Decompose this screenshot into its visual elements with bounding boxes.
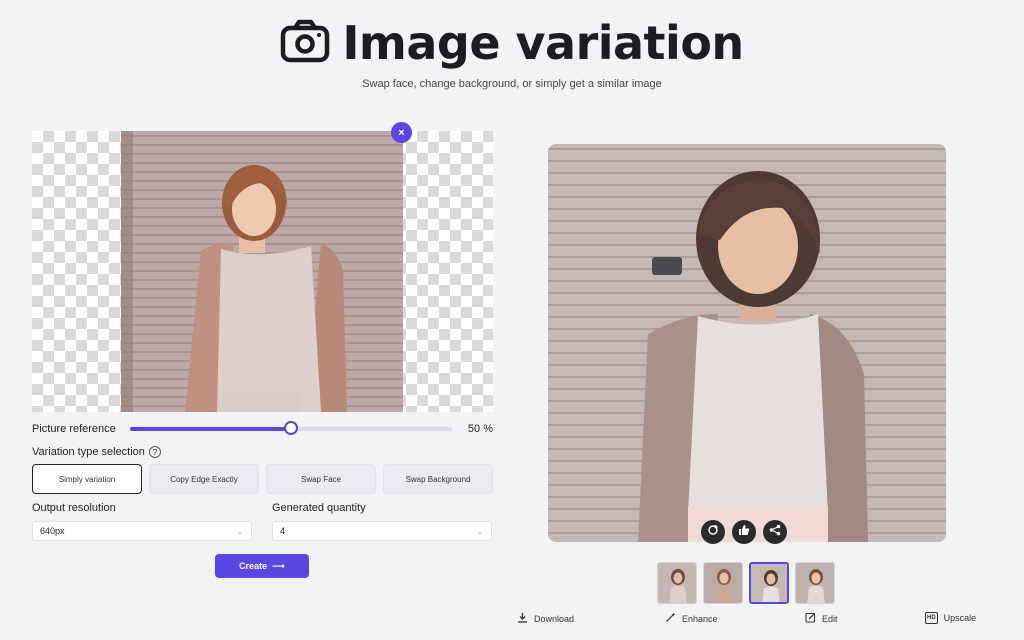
variation-type-options: Simply variation Copy Edge Exactly Swap …	[32, 464, 493, 494]
edit-button[interactable]: Edit	[805, 612, 838, 625]
hd-icon: HD	[925, 612, 938, 624]
variation-option-swap-face[interactable]: Swap Face	[266, 464, 376, 494]
thumbnail[interactable]	[749, 562, 789, 604]
upscale-label: Upscale	[943, 613, 977, 623]
variation-type-label: Variation type selection	[32, 446, 145, 458]
generated-quantity-value: 4	[280, 526, 286, 536]
create-button[interactable]: Create ⟶	[215, 554, 309, 578]
create-button-label: Create	[239, 561, 268, 571]
result-image	[548, 144, 946, 542]
variation-option-simply-variation[interactable]: Simply variation	[32, 464, 142, 494]
generated-quantity-select[interactable]: 4 ⌄	[272, 521, 492, 541]
download-button[interactable]: Download	[517, 612, 574, 625]
output-resolution-value: 640px	[40, 526, 65, 536]
page-subtitle: Swap face, change background, or simply …	[362, 78, 662, 90]
remove-image-button[interactable]: ×	[391, 122, 412, 143]
chevron-down-icon: ⌄	[236, 526, 243, 536]
picture-reference-value: 50 %	[467, 423, 493, 435]
edit-icon	[805, 612, 816, 625]
result-thumbnails	[657, 562, 835, 604]
arrow-right-icon: ⟶	[272, 560, 285, 571]
variation-type-heading: Variation type selection ?	[32, 446, 161, 458]
thumbs-up-icon	[738, 523, 750, 541]
help-icon[interactable]: ?	[148, 446, 161, 458]
result-actions	[701, 520, 787, 544]
upscale-button[interactable]: HD Upscale	[925, 612, 976, 624]
picture-reference-slider-fill	[130, 427, 291, 431]
enhance-button[interactable]: Enhance	[665, 612, 718, 625]
source-image-canvas[interactable]: ×	[32, 122, 493, 412]
settings-panel: × Picture reference 50 % Variation type …	[32, 122, 493, 578]
variation-option-copy-edge-exactly[interactable]: Copy Edge Exactly	[149, 464, 259, 494]
output-resolution-label: Output resolution	[32, 502, 116, 514]
download-label: Download	[534, 613, 575, 624]
thumbnail[interactable]	[657, 562, 697, 604]
edit-label: Edit	[822, 613, 838, 624]
refresh-icon	[707, 523, 719, 541]
page-title: Image variation	[342, 16, 744, 70]
regenerate-button[interactable]	[701, 520, 725, 544]
variation-option-swap-background[interactable]: Swap Background	[383, 464, 493, 494]
picture-reference-slider-thumb[interactable]	[284, 421, 298, 435]
share-icon	[769, 523, 781, 541]
like-button[interactable]	[732, 520, 756, 544]
camera-icon	[280, 19, 330, 68]
download-icon	[517, 612, 528, 625]
title-row: Image variation	[0, 14, 1024, 72]
thumbnail[interactable]	[703, 562, 743, 604]
picture-reference-row: Picture reference 50 %	[32, 421, 493, 437]
enhance-label: Enhance	[682, 613, 718, 624]
bottom-action-bar: Download Enhance Edit HD Upscale	[0, 612, 1024, 630]
source-image	[121, 131, 403, 412]
page-header: Image variation Swap face, change backgr…	[0, 14, 1024, 90]
generated-quantity-label: Generated quantity	[272, 502, 366, 514]
share-button[interactable]	[763, 520, 787, 544]
picture-reference-slider[interactable]	[130, 421, 452, 435]
thumbnail[interactable]	[795, 562, 835, 604]
magic-wand-icon	[665, 612, 676, 625]
output-resolution-select[interactable]: 640px ⌄	[32, 521, 252, 541]
chevron-down-icon: ⌄	[476, 526, 483, 536]
picture-reference-label: Picture reference	[32, 423, 116, 435]
